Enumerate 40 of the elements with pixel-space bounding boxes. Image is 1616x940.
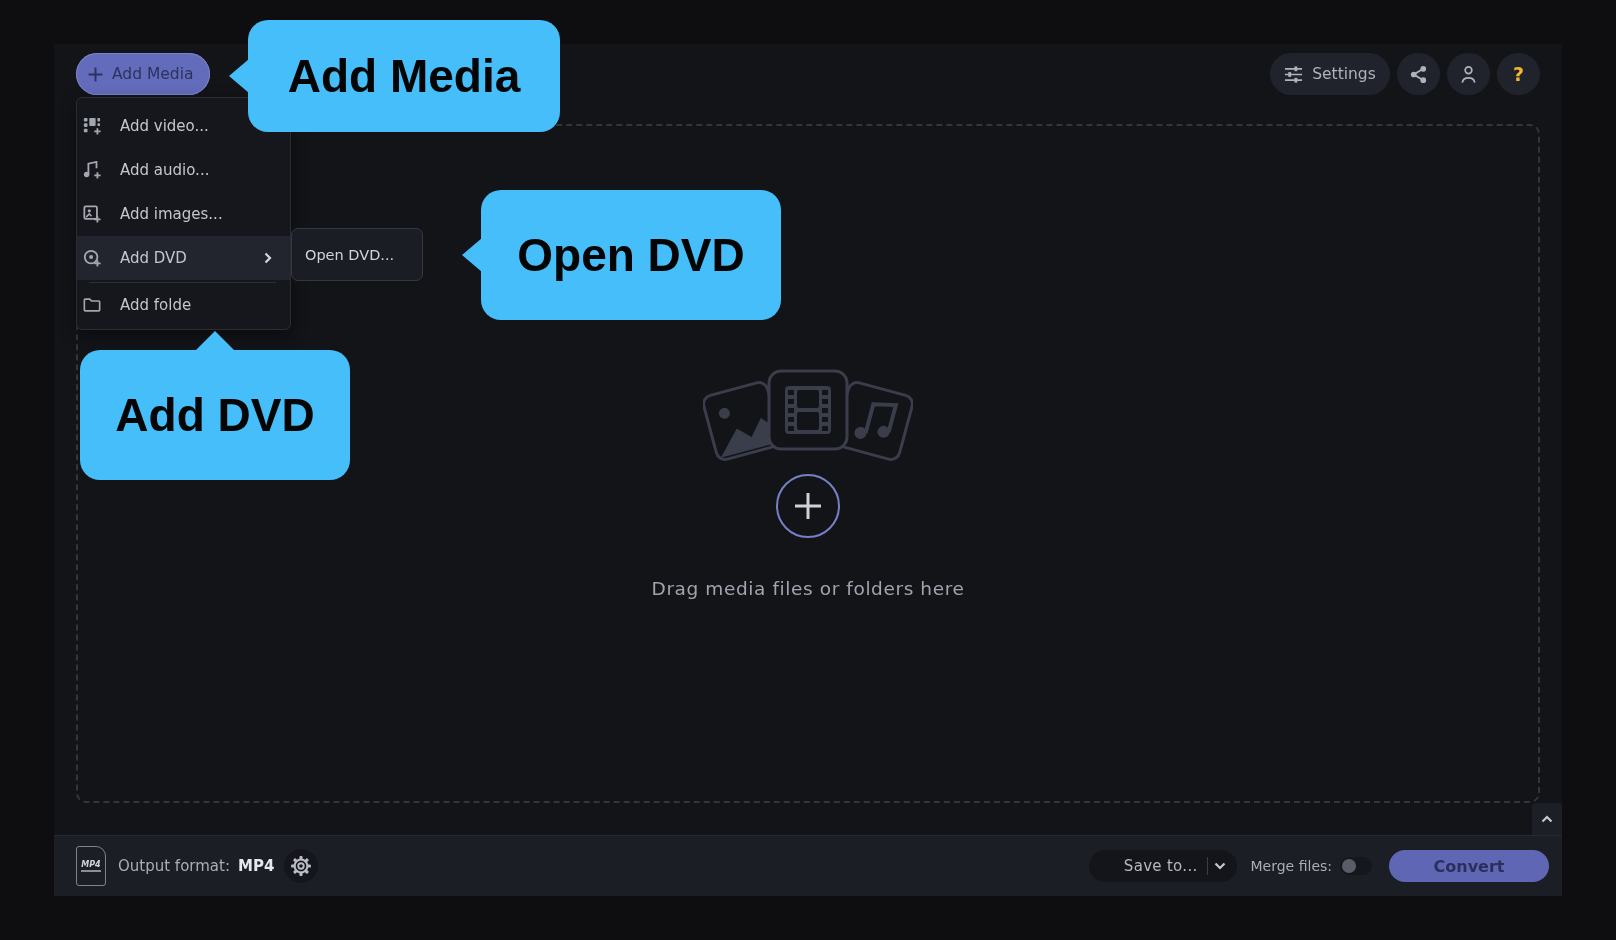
- user-icon: [1459, 64, 1478, 84]
- video-grid-icon: [83, 117, 101, 135]
- picture-icon: [83, 205, 101, 223]
- menu-item[interactable]: Add DVD: [77, 236, 290, 280]
- share-icon: [1409, 64, 1428, 84]
- format-settings-button[interactable]: [284, 849, 319, 883]
- sliders-icon: [1284, 64, 1304, 84]
- callout-pointer-icon: [462, 238, 482, 272]
- save-options-button[interactable]: [1207, 850, 1237, 882]
- settings-button[interactable]: Settings: [1270, 53, 1390, 95]
- output-format-value: MP4: [238, 857, 275, 875]
- merge-files-label: Merge files:: [1250, 858, 1332, 874]
- film-icon: [767, 369, 849, 450]
- save-to-button[interactable]: Save to...: [1088, 850, 1207, 882]
- callout-pointer-icon: [229, 59, 249, 93]
- callout-tooltip: Open DVD: [481, 190, 781, 320]
- disc-icon: [83, 249, 101, 267]
- menu-item[interactable]: Add audio...: [77, 148, 290, 192]
- menu-item[interactable]: Add images...: [77, 192, 290, 236]
- add-files-button[interactable]: [776, 473, 840, 538]
- folder-icon: [83, 296, 101, 314]
- share-button[interactable]: [1397, 53, 1440, 95]
- callout-pointer-icon: [195, 331, 235, 351]
- account-button[interactable]: [1447, 53, 1490, 95]
- file-format-badge: MP4: [76, 846, 106, 886]
- scroll-up-button[interactable]: [1532, 803, 1562, 835]
- callout-tooltip: Add Media: [248, 20, 560, 132]
- chevron-down-icon: [1214, 862, 1226, 870]
- plus-icon: [794, 491, 822, 520]
- menu-item[interactable]: Add folde: [77, 285, 290, 325]
- chevron-up-icon: [1541, 815, 1553, 823]
- merge-files-toggle[interactable]: [1340, 857, 1372, 875]
- help-button[interactable]: ?: [1497, 53, 1540, 95]
- music-note-icon: [83, 161, 101, 179]
- callout-tooltip: Add DVD: [80, 350, 350, 480]
- output-format-label: Output format:: [118, 857, 230, 875]
- gear-icon: [290, 855, 313, 877]
- drop-hint: Drag media files or folders here: [651, 577, 965, 599]
- plus-icon: [88, 66, 103, 82]
- submenu-item[interactable]: Open DVD...: [292, 229, 422, 280]
